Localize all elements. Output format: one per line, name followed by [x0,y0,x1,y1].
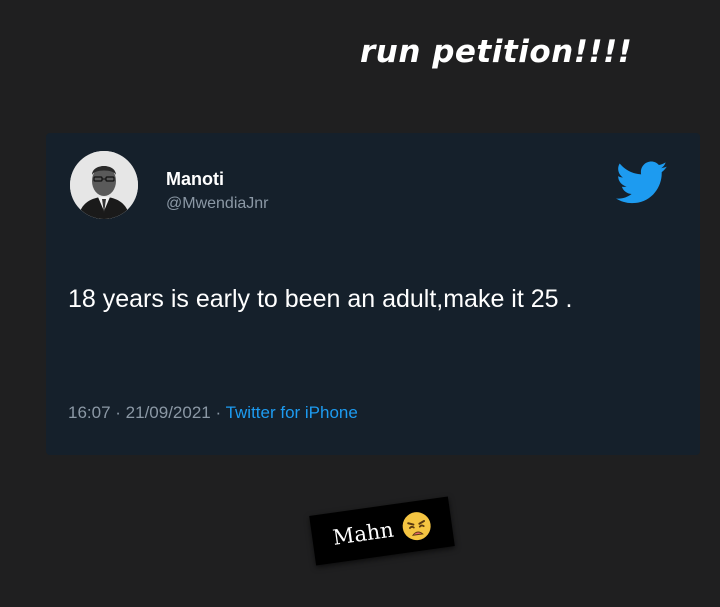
tweet-source[interactable]: Twitter for iPhone [226,403,358,422]
tweet-meta: 16:07 · 21/09/2021 · Twitter for iPhone [68,403,358,423]
avatar-portrait-icon [70,151,138,219]
twitter-bird-icon[interactable] [616,161,668,205]
avatar[interactable] [70,151,138,219]
tweet-text: 18 years is early to been an adult,make … [68,285,573,313]
tweet-date[interactable]: 21/09/2021 [126,403,211,422]
caption-text: run petition!!!! [360,34,633,70]
tweet-card[interactable]: Manoti @MwendiaJnr 18 years is early to … [46,133,700,455]
weary-face-icon [402,512,431,541]
meta-separator: · [110,403,126,422]
author-name[interactable]: Manoti [166,169,224,190]
meta-separator: · [210,403,226,422]
tweet-time[interactable]: 16:07 [68,403,111,422]
author-handle[interactable]: @MwendiaJnr [166,195,269,213]
sticker: Mahn [309,496,455,566]
sticker-text: Mahn [331,517,396,550]
